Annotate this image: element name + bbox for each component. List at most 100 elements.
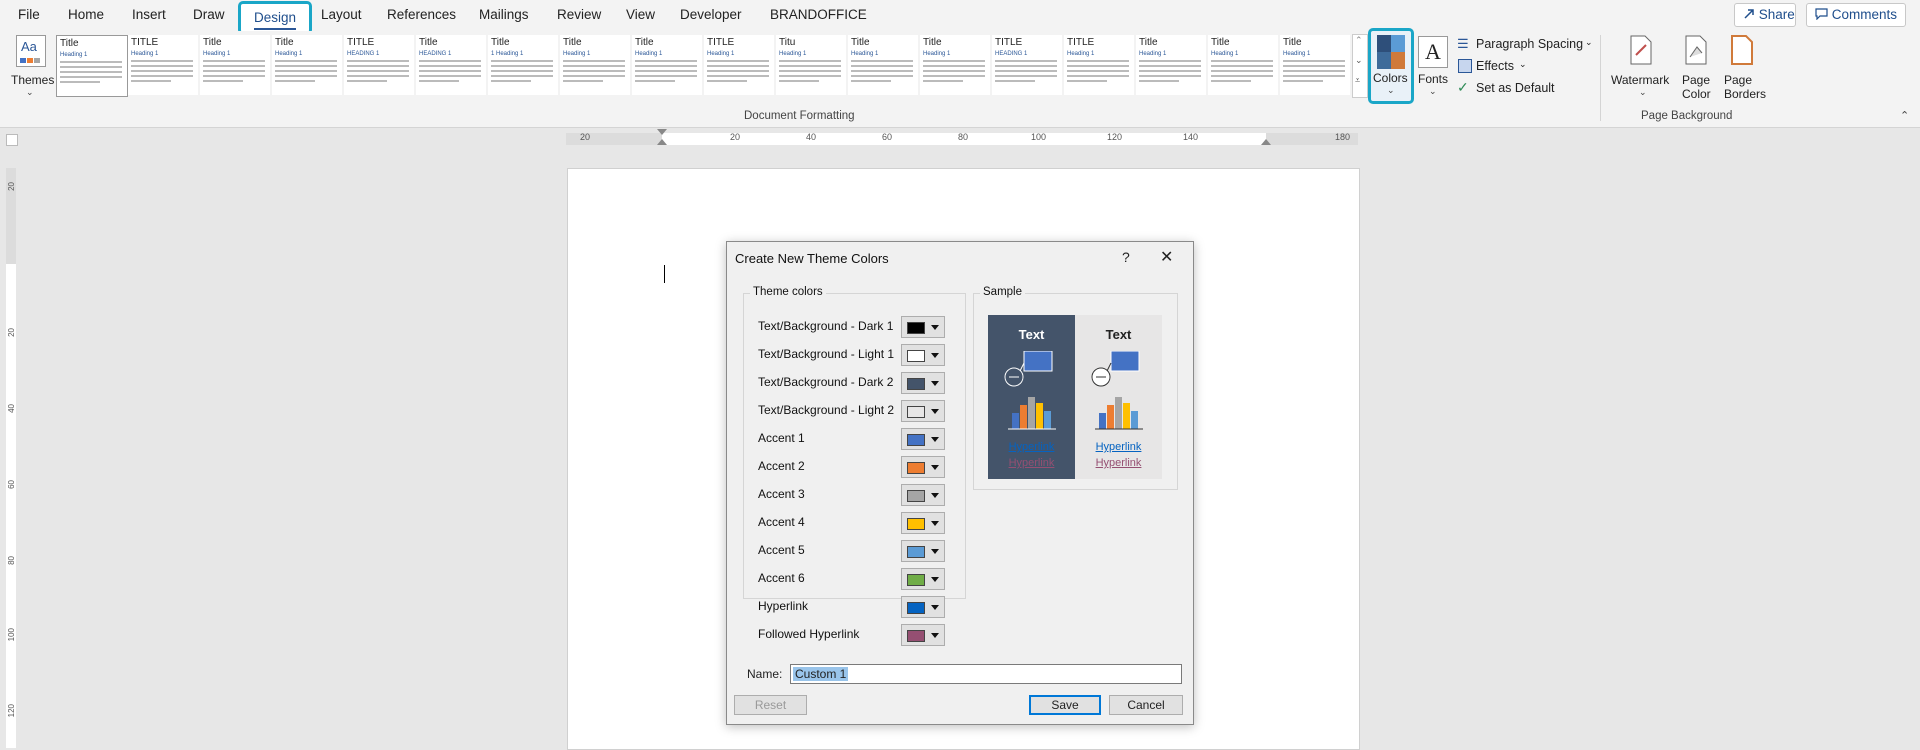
style-set-item[interactable]: Title Heading 1 (1208, 35, 1278, 95)
share-label: Share (1758, 7, 1795, 22)
color-picker-button[interactable] (901, 344, 945, 366)
name-input[interactable]: Custom 1 (790, 664, 1182, 684)
color-picker-button[interactable] (901, 400, 945, 422)
style-set-line (491, 75, 553, 77)
style-set-item[interactable]: TITLE Heading 1 (1064, 35, 1134, 95)
tab-draw[interactable]: Draw (193, 7, 225, 22)
color-picker-button[interactable] (901, 484, 945, 506)
tab-insert[interactable]: Insert (132, 7, 166, 22)
effects-label: Effects (1476, 59, 1514, 73)
right-indent-marker[interactable] (1261, 139, 1271, 145)
collapse-ribbon-icon[interactable]: ⌃ (1900, 109, 1909, 122)
color-picker-button[interactable] (901, 512, 945, 534)
style-set-item[interactable]: Title HEADING 1 (416, 35, 486, 95)
text-cursor (664, 265, 665, 283)
watermark-button[interactable]: Watermark ⌄ (1609, 35, 1673, 101)
style-set-item[interactable]: Title Heading 1 (920, 35, 990, 95)
help-button[interactable]: ? (1122, 249, 1130, 265)
tab-developer[interactable]: Developer (680, 7, 742, 22)
sample-text-light: Text (1105, 327, 1132, 342)
dropdown-arrow-icon (931, 493, 939, 498)
color-picker-button[interactable] (901, 456, 945, 478)
color-picker-button[interactable] (901, 540, 945, 562)
tab-home[interactable]: Home (68, 7, 104, 22)
sample-chart-dark (1004, 351, 1056, 430)
color-row-label: Text/Background - Light 2 (758, 403, 895, 417)
style-set-item[interactable]: Title Heading 1 (1280, 35, 1350, 95)
style-set-item[interactable]: TITLE Heading 1 (704, 35, 774, 95)
scroll-up-icon[interactable]: ⌃ (1355, 35, 1363, 46)
tab-review[interactable]: Review (557, 7, 601, 22)
style-set-item[interactable]: Title Heading 1 (56, 35, 128, 97)
gallery-more-icon[interactable]: ⩡ (1355, 75, 1360, 86)
reset-button[interactable]: Reset (734, 695, 807, 715)
style-set-title: Title (60, 38, 79, 49)
first-line-indent-marker[interactable] (657, 129, 667, 135)
color-picker-button[interactable] (901, 624, 945, 646)
page-color-button[interactable]: Page Color (1676, 35, 1716, 115)
style-set-item[interactable]: Title Heading 1 (848, 35, 918, 95)
style-set-item[interactable]: Title Heading 1 (1136, 35, 1206, 95)
close-button[interactable]: ✕ (1160, 247, 1173, 267)
horizontal-ruler[interactable]: 20 20 40 60 80 100 120 140 180 (566, 129, 1358, 145)
style-set-line (347, 70, 409, 72)
page-color-label: Page Color (1682, 73, 1711, 101)
colors-button[interactable]: Colors ⌄ (1368, 28, 1414, 104)
style-set-item[interactable]: TITLE HEADING 1 (344, 35, 414, 95)
tab-brandoffice[interactable]: BRANDOFFICE (770, 7, 867, 22)
hanging-indent-marker[interactable] (657, 139, 667, 145)
share-button[interactable]: Share (1734, 3, 1796, 27)
color-picker-button[interactable] (901, 372, 945, 394)
gallery-scroll[interactable]: ⌃ ⌄ ⩡ (1352, 34, 1368, 98)
color-picker-button[interactable] (901, 428, 945, 450)
sample-hyperlink-light: Hyperlink (1095, 441, 1142, 453)
scroll-down-icon[interactable]: ⌄ (1355, 55, 1363, 66)
fonts-button[interactable]: A Fonts ⌄ (1415, 34, 1453, 100)
tab-design[interactable]: Design (238, 1, 312, 35)
style-set-item[interactable]: TITLE Heading 1 (128, 35, 198, 95)
style-set-heading: Heading 1 (563, 51, 591, 57)
paragraph-spacing-button[interactable]: ☰ Paragraph Spacing ⌄ (1457, 36, 1597, 54)
tab-file[interactable]: File (18, 7, 40, 22)
style-set-item[interactable]: Titu Heading 1 (776, 35, 846, 95)
style-set-title: Title (1211, 37, 1230, 48)
style-set-line (707, 60, 769, 62)
effects-button[interactable]: Effects ⌄ (1457, 58, 1557, 76)
chevron-down-icon: ⌄ (26, 87, 34, 97)
tab-mailings[interactable]: Mailings (479, 7, 529, 22)
tab-references[interactable]: References (387, 7, 456, 22)
style-set-line (779, 65, 841, 67)
color-picker-button[interactable] (901, 596, 945, 618)
dropdown-arrow-icon (931, 437, 939, 442)
style-set-item[interactable]: Title Heading 1 (632, 35, 702, 95)
color-picker-button[interactable] (901, 568, 945, 590)
tab-selector[interactable] (6, 134, 18, 146)
style-set-item[interactable]: Title Heading 1 (272, 35, 342, 95)
style-set-line (779, 75, 841, 77)
style-set-line (1067, 80, 1107, 82)
tab-layout[interactable]: Layout (321, 7, 362, 22)
color-swatch (907, 546, 925, 558)
style-set-heading: Heading 1 (203, 51, 231, 57)
dropdown-arrow-icon (931, 353, 939, 358)
style-set-line (347, 75, 409, 77)
color-picker-button[interactable] (901, 316, 945, 338)
style-set-heading: Heading 1 (1283, 51, 1311, 57)
page-borders-button[interactable]: Page Borders (1718, 35, 1766, 115)
ruler-tick: 20 (730, 132, 741, 142)
vertical-ruler[interactable]: 20 20 40 60 80 100 120 (6, 168, 16, 748)
style-set-item[interactable]: TITLE HEADING 1 (992, 35, 1062, 95)
dropdown-arrow-icon (931, 465, 939, 470)
color-row-label: Accent 1 (758, 431, 805, 445)
style-set-item[interactable]: Title Heading 1 (560, 35, 630, 95)
style-set-item[interactable]: Title 1 Heading 1 (488, 35, 558, 95)
themes-button[interactable]: Aa Themes ⌄ (11, 35, 54, 99)
style-set-line (275, 65, 337, 67)
comments-button[interactable]: Comments (1806, 3, 1906, 27)
save-button[interactable]: Save (1029, 695, 1101, 715)
set-as-default-button[interactable]: ✓ Set as Default (1457, 79, 1567, 98)
style-set-item[interactable]: Title Heading 1 (200, 35, 270, 95)
cancel-button[interactable]: Cancel (1109, 695, 1183, 715)
tab-view[interactable]: View (626, 7, 655, 22)
dropdown-arrow-icon (931, 521, 939, 526)
